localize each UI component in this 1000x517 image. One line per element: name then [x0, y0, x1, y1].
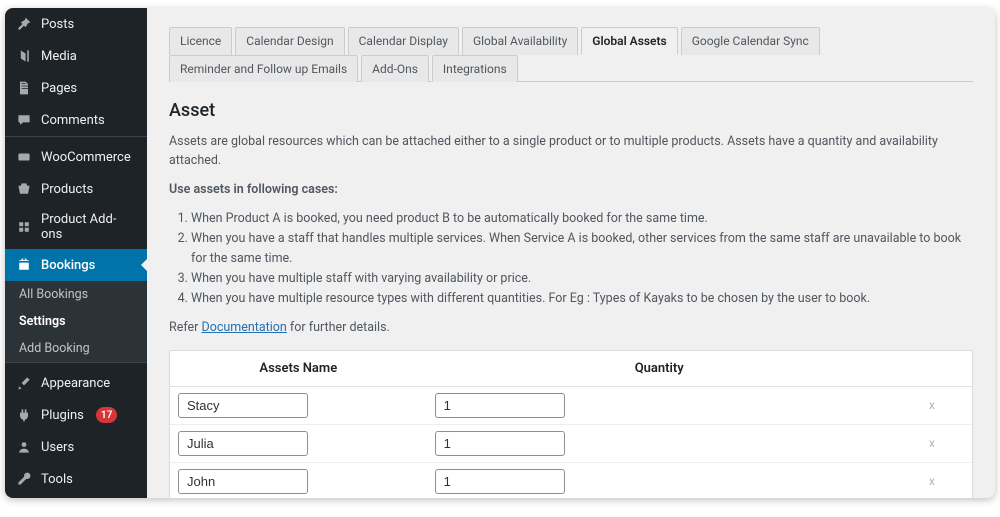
menu-label: WooCommerce [41, 150, 131, 165]
tab-calendar-design[interactable]: Calendar Design [235, 27, 344, 55]
tab-google-calendar-sync[interactable]: Google Calendar Sync [681, 27, 820, 55]
sidebar-item-bookings[interactable]: Bookings [5, 249, 147, 281]
sidebar-item-comments[interactable]: Comments [5, 104, 147, 136]
menu-label: Bookings [41, 258, 95, 273]
sidebar-item-appearance[interactable]: Appearance [5, 367, 147, 399]
asset-name-input[interactable] [178, 393, 308, 418]
section-description: Assets are global resources which can be… [169, 133, 973, 171]
menu-label: Plugins [41, 408, 84, 423]
update-badge: 17 [96, 407, 117, 423]
use-case-item: When you have multiple staff with varyin… [191, 269, 973, 289]
menu-label: Pages [41, 81, 77, 96]
products-icon [15, 180, 33, 198]
submenu-item-add-booking[interactable]: Add Booking [5, 335, 147, 362]
table-row: x [170, 425, 972, 463]
sidebar-item-settings[interactable]: Settings [5, 495, 147, 498]
main-content: LicenceCalendar DesignCalendar DisplayGl… [147, 8, 995, 498]
sidebar-item-posts[interactable]: Posts [5, 8, 147, 40]
sidebar-item-users[interactable]: Users [5, 431, 147, 463]
tab-add-ons[interactable]: Add-Ons [361, 55, 429, 82]
table-row: x [170, 387, 972, 425]
sidebar-item-pages[interactable]: Pages [5, 72, 147, 104]
menu-label: Posts [41, 17, 74, 32]
tab-licence[interactable]: Licence [169, 27, 232, 55]
asset-qty-input[interactable] [435, 469, 565, 494]
asset-qty-input[interactable] [435, 431, 565, 456]
col-header-qty: Quantity [427, 351, 892, 387]
doc-reference: Refer Documentation for further details. [169, 319, 973, 338]
menu-label: Users [41, 440, 74, 455]
sidebar-item-products[interactable]: Products [5, 173, 147, 205]
tab-reminder-and-follow-up-emails[interactable]: Reminder and Follow up Emails [169, 55, 358, 82]
sidebar-item-woocommerce[interactable]: WooCommerce [5, 141, 147, 173]
assets-table: Assets Name Quantity x x x [170, 351, 972, 498]
submenu: All BookingsSettingsAdd Booking [5, 281, 147, 362]
use-case-item: When Product A is booked, you need produ… [191, 209, 973, 229]
wrench-icon [15, 470, 33, 488]
settings-tabs: LicenceCalendar DesignCalendar DisplayGl… [169, 26, 973, 82]
pin-icon [15, 15, 33, 33]
menu-label: Tools [41, 472, 73, 487]
tab-integrations[interactable]: Integrations [432, 55, 518, 82]
tab-global-assets[interactable]: Global Assets [581, 27, 677, 55]
table-row: x [170, 463, 972, 499]
sidebar-item-tools[interactable]: Tools [5, 463, 147, 495]
submenu-item-all-bookings[interactable]: All Bookings [5, 281, 147, 308]
delete-row-button[interactable]: x [900, 398, 964, 412]
woo-icon [15, 148, 33, 166]
addons-icon [15, 218, 33, 236]
use-case-item: When you have a staff that handles multi… [191, 229, 973, 269]
tab-calendar-display[interactable]: Calendar Display [348, 27, 459, 55]
col-header-name: Assets Name [170, 351, 427, 387]
assets-panel: Assets Name Quantity xxx + Add [169, 350, 973, 498]
comment-icon [15, 111, 33, 129]
documentation-link[interactable]: Documentation [202, 320, 287, 335]
asset-name-input[interactable] [178, 431, 308, 456]
admin-sidebar: Posts Media Pages Comments WooCommerce Produc… [5, 8, 147, 498]
media-icon [15, 47, 33, 65]
delete-row-button[interactable]: x [900, 474, 964, 488]
menu-label: Product Add-ons [41, 212, 137, 242]
menu-label: Products [41, 182, 93, 197]
asset-qty-input[interactable] [435, 393, 565, 418]
sidebar-item-plugins[interactable]: Plugins 17 [5, 399, 147, 431]
menu-label: Comments [41, 113, 105, 128]
sidebar-item-product-add-ons[interactable]: Product Add-ons [5, 205, 147, 249]
tab-global-availability[interactable]: Global Availability [462, 27, 578, 55]
sidebar-item-media[interactable]: Media [5, 40, 147, 72]
plug-icon [15, 406, 33, 424]
delete-row-button[interactable]: x [900, 436, 964, 450]
page-icon [15, 79, 33, 97]
asset-name-input[interactable] [178, 469, 308, 494]
menu-label: Appearance [41, 376, 110, 391]
calendar-icon [15, 256, 33, 274]
use-case-item: When you have multiple resource types wi… [191, 289, 973, 309]
menu-label: Media [41, 49, 77, 64]
cases-intro: Use assets in following cases: [169, 181, 973, 200]
section-title: Asset [169, 100, 973, 121]
brush-icon [15, 374, 33, 392]
users-icon [15, 438, 33, 456]
col-header-actions [892, 351, 972, 387]
submenu-item-settings[interactable]: Settings [5, 308, 147, 335]
use-cases-list: When Product A is booked, you need produ… [191, 209, 973, 309]
